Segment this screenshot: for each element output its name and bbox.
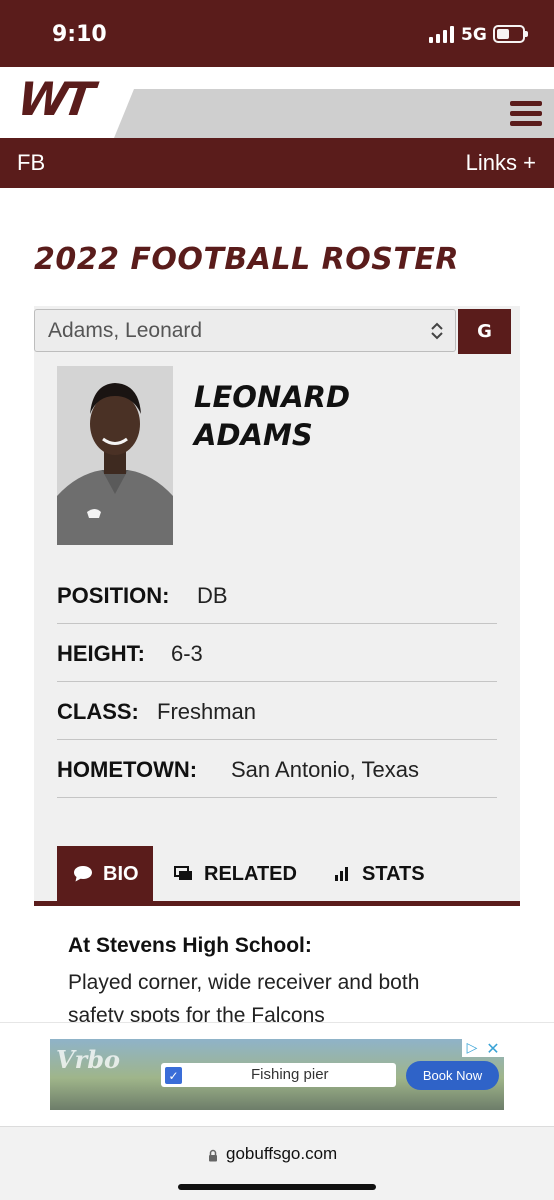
tab-related[interactable]: RELATED — [174, 846, 314, 902]
header-band — [114, 89, 554, 138]
profile-tabs: BIO RELATED STATS — [34, 846, 520, 906]
info-value: 6-3 — [171, 641, 203, 666]
info-row-position: POSITION: DB — [57, 566, 497, 624]
ad-banner[interactable]: Vrbo ✓ Fishing pier Book Now ▷ ✕ — [50, 1039, 504, 1110]
player-name: LEONARD ADAMS — [194, 378, 350, 454]
tab-bio[interactable]: BIO — [57, 846, 153, 902]
tab-bio-label: BIO — [103, 862, 139, 885]
home-indicator[interactable] — [178, 1184, 376, 1190]
ad-area: Vrbo ✓ Fishing pier Book Now ▷ ✕ — [0, 1022, 554, 1126]
info-label: POSITION: — [57, 583, 170, 608]
lock-icon — [209, 1149, 217, 1162]
checkbox-icon: ✓ — [165, 1067, 182, 1084]
speech-bubble-icon — [74, 866, 92, 882]
info-label: HEIGHT: — [57, 641, 145, 666]
player-select-value: Adams, Leonard — [48, 319, 203, 342]
info-row-class: CLASS: Freshman — [57, 682, 497, 740]
url-text: gobuffsgo.com — [226, 1144, 338, 1163]
go-button[interactable]: G — [458, 309, 511, 354]
info-value: Freshman — [157, 699, 257, 724]
ad-close-icon[interactable]: ✕ — [482, 1039, 504, 1058]
tab-related-label: RELATED — [204, 862, 297, 885]
player-headshot — [57, 366, 173, 545]
info-value: DB — [197, 583, 228, 608]
info-label: HOMETOWN: — [57, 757, 198, 782]
tab-stats[interactable]: STATS — [334, 846, 444, 902]
info-row-height: HEIGHT: 6-3 — [57, 624, 497, 682]
cellular-signal-icon — [429, 26, 455, 43]
book-now-button[interactable]: Book Now — [406, 1061, 499, 1090]
bio-heading: At Stevens High School: — [68, 934, 312, 957]
sport-nav-bar: FB Links + — [0, 138, 554, 188]
bar-chart-icon — [335, 867, 348, 881]
site-header: WT — [0, 67, 554, 138]
page-title: 2022 FOOTBALL ROSTER — [34, 242, 459, 277]
vrbo-logo: Vrbo — [56, 1045, 121, 1074]
player-first-name: LEONARD — [194, 380, 351, 414]
adchoices-icon[interactable]: ▷ — [462, 1039, 482, 1057]
links-toggle[interactable]: Links + — [466, 150, 536, 176]
hamburger-menu-icon[interactable] — [510, 101, 542, 127]
select-arrows-icon — [431, 322, 443, 340]
wt-logo[interactable]: WT — [14, 72, 92, 126]
info-label: CLASS: — [57, 699, 139, 724]
battery-icon — [493, 25, 528, 43]
status-time: 9:10 — [52, 22, 107, 47]
network-type: 5G — [461, 25, 487, 45]
tab-stats-label: STATS — [362, 862, 425, 885]
status-bar: 9:10 5G — [0, 0, 554, 67]
related-stack-icon — [174, 866, 192, 880]
player-photo-graphic — [57, 366, 173, 545]
ad-search-box[interactable]: ✓ Fishing pier — [161, 1063, 396, 1087]
info-value: San Antonio, Texas — [231, 757, 419, 782]
ad-search-text: Fishing pier — [251, 1066, 329, 1083]
browser-url-bar[interactable]: gobuffsgo.com — [0, 1126, 554, 1200]
roster-card: Adams, Leonard G LEONARD ADAMS POSITION:… — [34, 306, 520, 906]
player-last-name: ADAMS — [194, 418, 313, 452]
sport-label[interactable]: FB — [17, 150, 45, 176]
info-row-hometown: HOMETOWN: San Antonio, Texas — [57, 740, 497, 798]
player-select[interactable]: Adams, Leonard — [34, 309, 456, 352]
